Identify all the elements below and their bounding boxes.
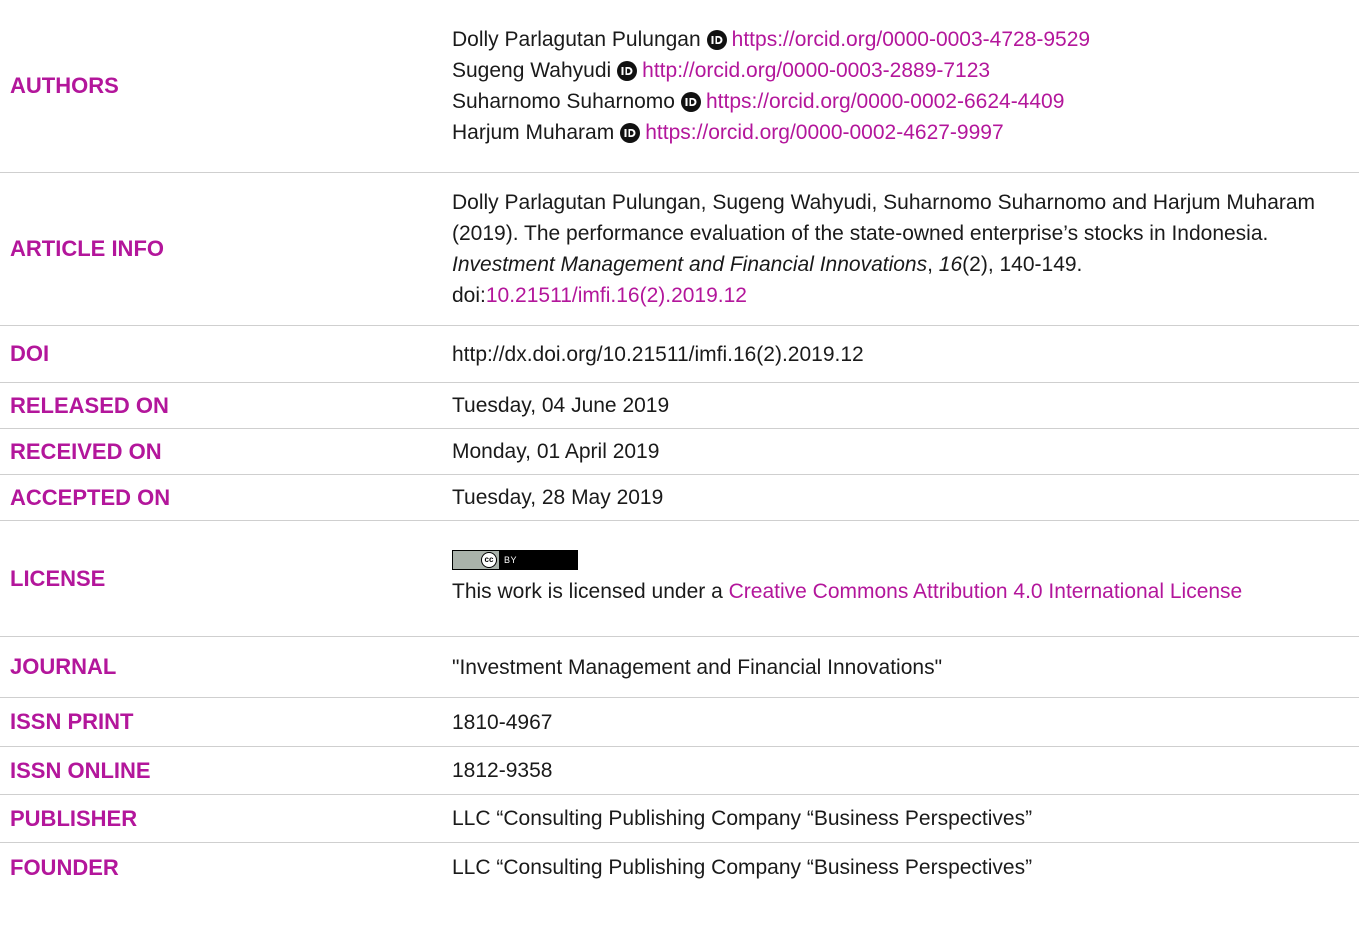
author-entry: Harjum Muharam https://orcid.org/0000-00… <box>452 117 1339 148</box>
label-authors: AUTHORS <box>10 73 119 98</box>
row-journal: JOURNAL "Investment Management and Finan… <box>0 637 1359 698</box>
label-article-info: ARTICLE INFO <box>10 236 164 261</box>
value-license: cc BY This work is licensed under a Crea… <box>441 521 1359 636</box>
orcid-link[interactable]: https://orcid.org/0000-0002-6624-4409 <box>706 86 1064 117</box>
license-prefix: This work is licensed under a <box>452 580 729 603</box>
value-released-on: Tuesday, 04 June 2019 <box>452 394 670 417</box>
label-doi: DOI <box>10 341 50 366</box>
label-accepted-on: ACCEPTED ON <box>10 484 171 510</box>
orcid-link[interactable]: https://orcid.org/0000-0003-4728-9529 <box>732 24 1090 55</box>
label-founder: FOUNDER <box>10 854 119 880</box>
value-issn-online: 1812-9358 <box>452 759 553 782</box>
citation-volume: 16 <box>938 253 963 276</box>
row-issn-online: ISSN ONLINE 1812-9358 <box>0 747 1359 795</box>
license-text: This work is licensed under a Creative C… <box>452 576 1242 607</box>
label-license: LICENSE <box>10 565 106 591</box>
label-received-on: RECEIVED ON <box>10 438 162 464</box>
orcid-link[interactable]: https://orcid.org/0000-0002-4627-9997 <box>645 117 1003 148</box>
orcid-id-icon[interactable] <box>680 91 701 112</box>
label-publisher: PUBLISHER <box>10 805 138 831</box>
citation-sep: , <box>927 253 939 276</box>
author-name: Sugeng Wahyudi <box>452 59 612 82</box>
cc-mark: cc <box>481 552 497 568</box>
author-name: Dolly Parlagutan Pulungan <box>452 28 701 51</box>
value-accepted-on: Tuesday, 28 May 2019 <box>452 486 664 509</box>
value-doi: http://dx.doi.org/10.21511/imfi.16(2).20… <box>452 342 864 366</box>
row-publisher: PUBLISHER LLC “Consulting Publishing Com… <box>0 795 1359 843</box>
label-issn-online: ISSN ONLINE <box>10 757 151 783</box>
row-license: LICENSE cc BY This work is licensed unde… <box>0 521 1359 637</box>
value-journal: "Investment Management and Financial Inn… <box>452 655 943 679</box>
orcid-id-icon[interactable] <box>620 122 641 143</box>
license-block: cc BY This work is licensed under a Crea… <box>452 550 1339 607</box>
value-authors: Dolly Parlagutan Pulungan https://orcid.… <box>441 0 1359 172</box>
value-received-on: Monday, 01 April 2019 <box>452 440 660 463</box>
row-doi: DOI http://dx.doi.org/10.21511/imfi.16(2… <box>0 326 1359 383</box>
row-authors: AUTHORS Dolly Parlagutan Pulungan https:… <box>0 0 1359 173</box>
row-article-info: ARTICLE INFO Dolly Parlagutan Pulungan, … <box>0 173 1359 326</box>
row-accepted-on: ACCEPTED ON Tuesday, 28 May 2019 <box>0 475 1359 521</box>
license-link[interactable]: Creative Commons Attribution 4.0 Interna… <box>729 580 1243 603</box>
row-founder: FOUNDER LLC “Consulting Publishing Compa… <box>0 843 1359 892</box>
row-issn-print: ISSN PRINT 1810-4967 <box>0 698 1359 747</box>
orcid-id-icon[interactable] <box>617 60 638 81</box>
article-metadata-table: AUTHORS Dolly Parlagutan Pulungan https:… <box>0 0 1359 892</box>
citation-text: Dolly Parlagutan Pulungan, Sugeng Wahyud… <box>452 187 1339 311</box>
row-received-on: RECEIVED ON Monday, 01 April 2019 <box>0 429 1359 475</box>
citation-journal: Investment Management and Financial Inno… <box>452 253 928 276</box>
author-name: Suharnomo Suharnomo <box>452 90 675 113</box>
cc-by-text: BY <box>504 554 518 565</box>
cc-by-badge-icon[interactable]: cc BY <box>452 550 578 570</box>
orcid-id-icon[interactable] <box>706 29 727 50</box>
citation-authors-title: Dolly Parlagutan Pulungan, Sugeng Wahyud… <box>452 191 1316 245</box>
row-released-on: RELEASED ON Tuesday, 04 June 2019 <box>0 383 1359 429</box>
label-journal: JOURNAL <box>10 654 117 679</box>
label-released-on: RELEASED ON <box>10 392 169 418</box>
author-name: Harjum Muharam <box>452 121 615 144</box>
value-article-info: Dolly Parlagutan Pulungan, Sugeng Wahyud… <box>441 173 1359 325</box>
label-issn-print: ISSN PRINT <box>10 709 134 734</box>
value-founder: LLC “Consulting Publishing Company “Busi… <box>452 856 1033 879</box>
orcid-link[interactable]: http://orcid.org/0000-0003-2889-7123 <box>642 55 990 86</box>
author-entry: Suharnomo Suharnomo https://orcid.org/00… <box>452 86 1339 117</box>
value-issn-print: 1810-4967 <box>452 710 553 734</box>
author-entry: Sugeng Wahyudi http://orcid.org/0000-000… <box>452 55 1339 86</box>
citation-doi-link[interactable]: 10.21511/imfi.16(2).2019.12 <box>486 284 747 307</box>
value-publisher: LLC “Consulting Publishing Company “Busi… <box>452 807 1033 830</box>
author-entry: Dolly Parlagutan Pulungan https://orcid.… <box>452 24 1339 55</box>
